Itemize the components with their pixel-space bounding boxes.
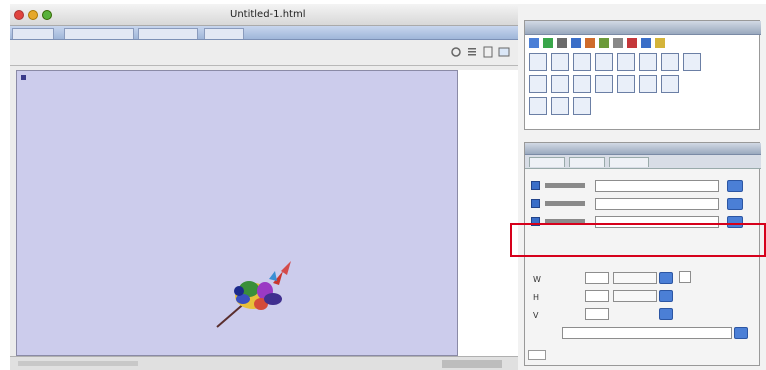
property-field[interactable] — [595, 198, 719, 210]
radio-icon[interactable] — [639, 75, 657, 93]
dimension-row-v: V — [529, 307, 755, 323]
unit-select[interactable] — [613, 272, 657, 284]
dimension-label: W — [533, 275, 541, 284]
property-row-id — [529, 179, 755, 193]
dimension-field[interactable] — [585, 290, 609, 302]
list-icon[interactable] — [466, 46, 478, 58]
media-icon[interactable] — [617, 53, 635, 71]
highlight-box — [510, 223, 766, 257]
button-icon[interactable] — [595, 75, 613, 93]
browser-icon[interactable] — [498, 46, 510, 58]
class-field[interactable] — [562, 327, 732, 339]
property-row-src — [529, 197, 755, 211]
highlight-row-alt — [522, 243, 752, 254]
tab-properties[interactable] — [529, 157, 565, 167]
properties-panel-title[interactable] — [525, 143, 761, 155]
stepper-button[interactable] — [659, 272, 673, 284]
document-toolbar — [10, 40, 518, 66]
checkbox-icon[interactable] — [617, 75, 635, 93]
tab-split[interactable] — [138, 28, 198, 39]
right-panels: W H V — [518, 4, 766, 370]
hr-icon[interactable] — [573, 75, 591, 93]
expand-button[interactable] — [528, 350, 546, 360]
canvas-anchor-icon — [21, 75, 26, 80]
class-row — [522, 326, 748, 340]
insert-toolbar — [529, 37, 749, 49]
list-menu-icon[interactable] — [661, 75, 679, 93]
status-bar — [10, 356, 518, 370]
property-field[interactable] — [595, 180, 719, 192]
stepper-button[interactable] — [659, 308, 673, 320]
property-label — [545, 201, 585, 206]
image-icon[interactable] — [551, 53, 569, 71]
dimension-row-w: W — [529, 271, 755, 287]
dropdown-button[interactable] — [727, 180, 743, 192]
class-dropdown-button[interactable] — [734, 327, 748, 339]
insert-panel-title[interactable] — [525, 21, 761, 35]
image-bouquet-icon[interactable] — [213, 241, 297, 331]
navigation-icon[interactable] — [639, 53, 657, 71]
tab-code[interactable] — [64, 28, 134, 39]
close-icon[interactable] — [14, 10, 24, 20]
properties-tabs — [525, 155, 761, 169]
file-path-indicator[interactable] — [20, 48, 70, 56]
dimension-field[interactable] — [585, 308, 609, 320]
dimension-label: H — [533, 293, 540, 302]
checkbox-icon[interactable] — [531, 199, 540, 208]
dimension-row-h: H — [529, 289, 755, 305]
document-window: Untitled-1.html — [10, 4, 518, 370]
window-title: Untitled-1.html — [230, 9, 306, 20]
property-label — [545, 183, 585, 188]
stepper-button[interactable] — [659, 290, 673, 302]
frame-icon[interactable] — [595, 53, 613, 71]
template-icon[interactable] — [683, 53, 701, 71]
tab-design[interactable] — [204, 28, 244, 39]
browse-button[interactable] — [727, 198, 743, 210]
tab-format[interactable] — [569, 157, 605, 167]
title-bar[interactable]: Untitled-1.html — [10, 4, 518, 26]
tab-document[interactable] — [12, 28, 54, 39]
file-field-icon[interactable] — [529, 97, 547, 115]
status-controls[interactable] — [442, 360, 502, 368]
design-canvas[interactable] — [16, 70, 462, 356]
constrain-checkbox[interactable] — [679, 271, 691, 283]
hidden-field-icon[interactable] — [573, 97, 591, 115]
vertical-scrollbar[interactable] — [458, 70, 518, 356]
dimension-label: V — [533, 311, 539, 320]
dimension-field[interactable] — [585, 272, 609, 284]
unit-select[interactable] — [613, 290, 657, 302]
settings-icon[interactable] — [450, 46, 462, 58]
tab-css[interactable] — [609, 157, 649, 167]
zoom-icon[interactable] — [42, 10, 52, 20]
table-icon[interactable] — [529, 53, 547, 71]
image-field-icon[interactable] — [551, 97, 569, 115]
textfield-icon[interactable] — [551, 75, 569, 93]
document-tab-bar — [10, 26, 518, 40]
document-icon[interactable] — [482, 46, 494, 58]
minimize-icon[interactable] — [28, 10, 38, 20]
layer-icon[interactable] — [573, 53, 591, 71]
tag-selector[interactable] — [18, 361, 138, 366]
checkbox-icon[interactable] — [531, 181, 540, 190]
highlight-row-name — [522, 230, 752, 241]
insert-panel — [524, 20, 761, 130]
form-icon[interactable] — [529, 75, 547, 93]
flash-icon[interactable] — [661, 53, 679, 71]
